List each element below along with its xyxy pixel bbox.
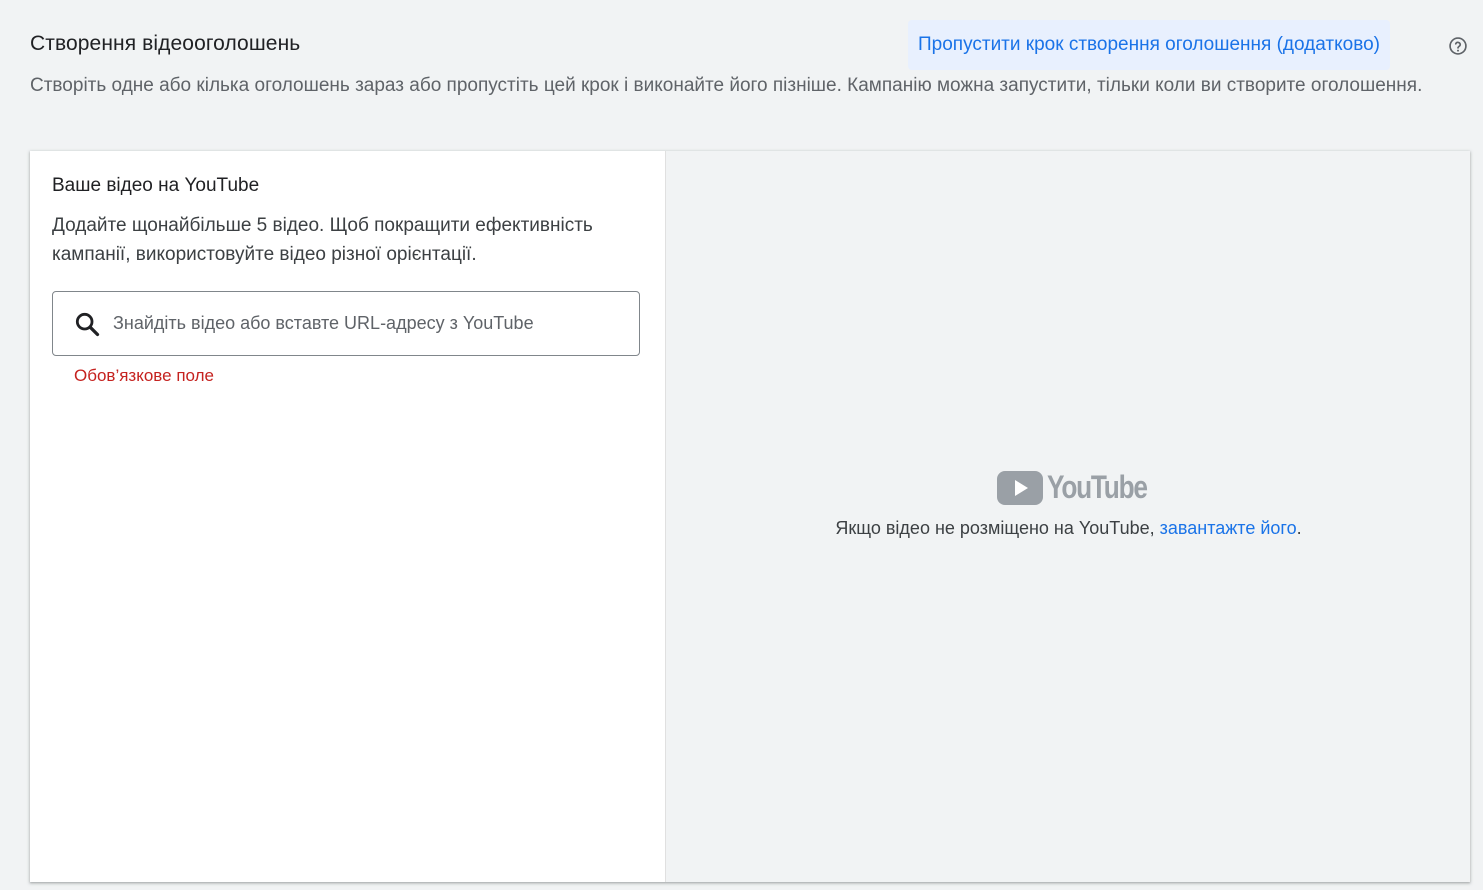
upload-video-link[interactable]: завантажте його	[1160, 518, 1297, 538]
youtube-logo: YouTube	[997, 469, 1169, 506]
upload-hint: Якщо відео не розміщено на YouTube, зава…	[666, 518, 1471, 539]
required-field-error: Обов’язкове поле	[74, 366, 214, 385]
youtube-play-icon	[997, 470, 1043, 505]
video-preview-panel: YouTube Якщо відео не розміщено на YouTu…	[666, 151, 1470, 882]
upload-hint-text: Якщо відео не розміщено на YouTube,	[835, 518, 1160, 538]
video-search-box[interactable]	[52, 291, 640, 356]
section-description: Створіть одне або кілька оголошень зараз…	[30, 75, 1423, 96]
video-selection-panel: Ваше відео на YouTube Додайте щонайбільш…	[30, 151, 666, 882]
panel-title: Ваше відео на YouTube	[52, 175, 260, 196]
video-ad-card: Ваше відео на YouTube Додайте щонайбільш…	[30, 151, 1470, 882]
upload-hint-end: .	[1296, 518, 1302, 538]
panel-description: Додайте щонайбільше 5 відео. Щоб покращи…	[52, 215, 593, 265]
search-icon	[75, 312, 100, 336]
youtube-wordmark: YouTube	[1047, 469, 1148, 505]
page: Створення відеооголошень Пропустити крок…	[0, 0, 1483, 890]
skip-ad-creation-button[interactable]: Пропустити крок створення оголошення (до…	[908, 20, 1390, 70]
help-circle-icon[interactable]	[1448, 36, 1468, 56]
page-title: Створення відеооголошень	[30, 32, 301, 55]
video-search-input[interactable]	[111, 312, 615, 335]
